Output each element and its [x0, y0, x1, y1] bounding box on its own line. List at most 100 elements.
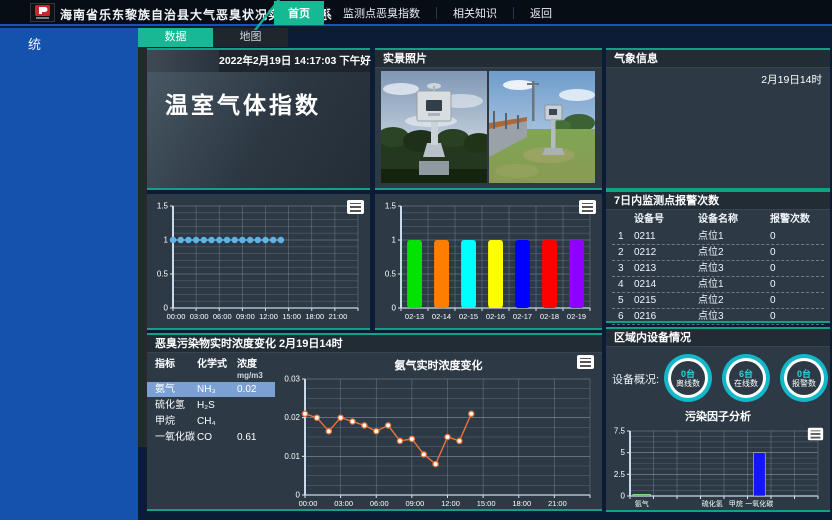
factor-bar-chart[interactable]: 0 2.5 5 7.5 氨气 硫化氢甲烷一氧化碳 — [606, 425, 826, 509]
svg-text:硫化氢: 硫化氢 — [702, 499, 723, 508]
svg-text:18:00: 18:00 — [305, 312, 324, 321]
nav-item-3[interactable]: 相关知识 — [439, 1, 511, 25]
svg-text:0: 0 — [621, 492, 626, 501]
svg-text:1.5: 1.5 — [157, 202, 169, 211]
svg-text:1.5: 1.5 — [385, 202, 397, 211]
chart-menu-icon[interactable] — [579, 200, 596, 214]
index-line-chart[interactable]: 00.511.500:0003:0006:0009:0012:0015:0018… — [147, 196, 366, 324]
view-tabs: 数据地图 — [138, 28, 288, 47]
chart-menu-icon[interactable] — [347, 200, 364, 214]
svg-text:氨气: 氨气 — [635, 499, 649, 508]
svg-text:1: 1 — [164, 236, 169, 245]
greeting-panel: 2022年2月19日 14:17:03 下午好 温室气体指数 — [147, 48, 370, 190]
pollutant-row[interactable]: 硫化氢H₂S — [147, 398, 275, 413]
nav-separator — [513, 7, 514, 19]
svg-text:0.02: 0.02 — [284, 413, 300, 422]
device-stat-ring-1: 0台离线数 — [664, 354, 712, 402]
pollutant-table-header: 指标 化学式 浓度mg/m3 — [147, 357, 275, 381]
svg-text:12:00: 12:00 — [441, 499, 460, 508]
factor-chart-title: 污染因子分析 — [606, 409, 830, 425]
svg-text:02-17: 02-17 — [513, 312, 532, 321]
app-title-wrap: 统 — [28, 34, 41, 53]
svg-text:2.5: 2.5 — [614, 470, 626, 479]
pollutant-row[interactable]: 甲烷CH₄ — [147, 414, 275, 429]
index-line-chart-panel: 00.511.500:0003:0006:0009:0012:0015:0018… — [147, 194, 370, 330]
svg-text:12:00: 12:00 — [259, 312, 278, 321]
svg-text:甲烷: 甲烷 — [729, 499, 743, 508]
svg-text:02-19: 02-19 — [567, 312, 586, 321]
site-photo-1 — [381, 71, 487, 183]
device-panel-title: 区域内设备情况 — [606, 329, 830, 347]
scrollbar-track[interactable] — [138, 47, 147, 447]
svg-text:03:00: 03:00 — [334, 499, 353, 508]
svg-text:18:00: 18:00 — [512, 499, 531, 508]
site-photo-2 — [489, 71, 595, 183]
svg-text:0.03: 0.03 — [284, 375, 300, 384]
svg-text:02-14: 02-14 — [432, 312, 451, 321]
svg-text:03:00: 03:00 — [190, 312, 209, 321]
alarm-table-header: 设备号 设备名称 报警次数 — [612, 212, 824, 229]
chart-menu-icon[interactable] — [808, 428, 823, 441]
svg-text:0.5: 0.5 — [157, 270, 169, 279]
index-bar-chart-panel: 0 0.5 1 1.5 02-13 02-14 02-15 02-16 02-17 02-18 02… — [375, 194, 602, 330]
svg-text:0: 0 — [392, 304, 397, 313]
left-sidebar: 统 — [0, 28, 138, 520]
alarm-table-row: 30213点位30 — [612, 261, 824, 277]
alarm-table-panel: 7日内监测点报警次数 设备号 设备名称 报警次数 10211点位1020212点… — [606, 190, 830, 323]
device-stat-ring-2: 6台在线数 — [722, 354, 770, 402]
nav-separator — [436, 7, 437, 19]
pollutant-row[interactable]: 一氧化碳CO0.61 — [147, 430, 275, 445]
alarm-table-row: 40214点位10 — [612, 277, 824, 293]
weather-panel-title: 气象信息 — [606, 50, 830, 68]
svg-text:7.5: 7.5 — [614, 427, 626, 436]
page-title: 温室气体指数 — [165, 86, 321, 120]
nh3-chart-title: 氨气实时浓度变化 — [275, 357, 602, 373]
svg-text:15:00: 15:00 — [282, 312, 301, 321]
svg-text:一氧化碳: 一氧化碳 — [745, 499, 773, 508]
svg-text:0.01: 0.01 — [284, 452, 300, 461]
weather-panel: 气象信息 2月19日14时 — [606, 48, 830, 190]
svg-text:09:00: 09:00 — [405, 499, 424, 508]
nav-item-1[interactable]: 首页 — [274, 1, 324, 25]
alarm-table-row: 60216点位30 — [612, 309, 824, 325]
pollutant-row[interactable]: 氨气NH₃0.02 — [147, 382, 275, 397]
device-stat-ring-3: 0台报警数 — [780, 354, 828, 402]
index-bar-chart[interactable]: 0 0.5 1 1.5 02-13 02-14 02-15 02-16 02-17 02-18 02… — [375, 196, 598, 324]
top-bar: 海南省乐东黎族自治县大气恶臭状况实时发布系 首页监测点恶臭指数相关知识返回 — [0, 0, 832, 26]
app-logo-icon — [30, 3, 55, 22]
svg-text:5: 5 — [621, 448, 626, 457]
svg-text:02-16: 02-16 — [486, 312, 505, 321]
nh3-line-chart[interactable]: 00.010.020.0300:0003:0006:0009:0012:0015… — [275, 373, 602, 511]
greeting-header-block — [147, 50, 219, 72]
svg-text:06:00: 06:00 — [370, 499, 389, 508]
svg-text:02-18: 02-18 — [540, 312, 559, 321]
alarm-table: 设备号 设备名称 报警次数 10211点位1020212点位2030213点位3… — [606, 210, 830, 325]
tab-2[interactable]: 地图 — [213, 28, 288, 47]
svg-text:00:00: 00:00 — [299, 499, 318, 508]
pollutant-panel: 恶臭污染物实时浓度变化 2月19日14时 指标 化学式 浓度mg/m3 氨气NH… — [147, 333, 602, 511]
svg-text:02-15: 02-15 — [459, 312, 478, 321]
alarm-table-row: 10211点位10 — [612, 229, 824, 245]
svg-text:0.5: 0.5 — [385, 270, 397, 279]
weather-date: 2月19日14时 — [606, 68, 830, 87]
svg-text:09:00: 09:00 — [236, 312, 255, 321]
tab-1[interactable]: 数据 — [138, 28, 213, 47]
datetime-text: 2022年2月19日 14:17:03 下午好 — [219, 50, 366, 72]
svg-text:21:00: 21:00 — [548, 499, 567, 508]
device-panel: 区域内设备情况 设备概况: 0台离线数6台在线数0台报警数 污染因子分析 02.… — [606, 327, 830, 512]
alarm-panel-title: 7日内监测点报警次数 — [606, 192, 830, 210]
pollutant-table: 指标 化学式 浓度mg/m3 氨气NH₃0.02硫化氢H₂S甲烷CH₄一氧化碳C… — [147, 357, 275, 446]
nav-item-4[interactable]: 返回 — [516, 1, 566, 25]
svg-text:06:00: 06:00 — [213, 312, 232, 321]
svg-text:1: 1 — [392, 236, 397, 245]
svg-text:15:00: 15:00 — [477, 499, 496, 508]
chart-menu-icon[interactable] — [577, 355, 594, 369]
nav-item-2[interactable]: 监测点恶臭指数 — [329, 1, 434, 25]
alarm-table-row: 50215点位20 — [612, 293, 824, 309]
greeting-header: 2022年2月19日 14:17:03 下午好 — [147, 50, 370, 72]
svg-text:00:00: 00:00 — [167, 312, 186, 321]
pollutant-panel-title: 恶臭污染物实时浓度变化 2月19日14时 — [147, 335, 602, 353]
svg-text:21:00: 21:00 — [328, 312, 347, 321]
nav-menu: 首页监测点恶臭指数相关知识返回 — [272, 0, 568, 26]
svg-text:02-13: 02-13 — [405, 312, 424, 321]
